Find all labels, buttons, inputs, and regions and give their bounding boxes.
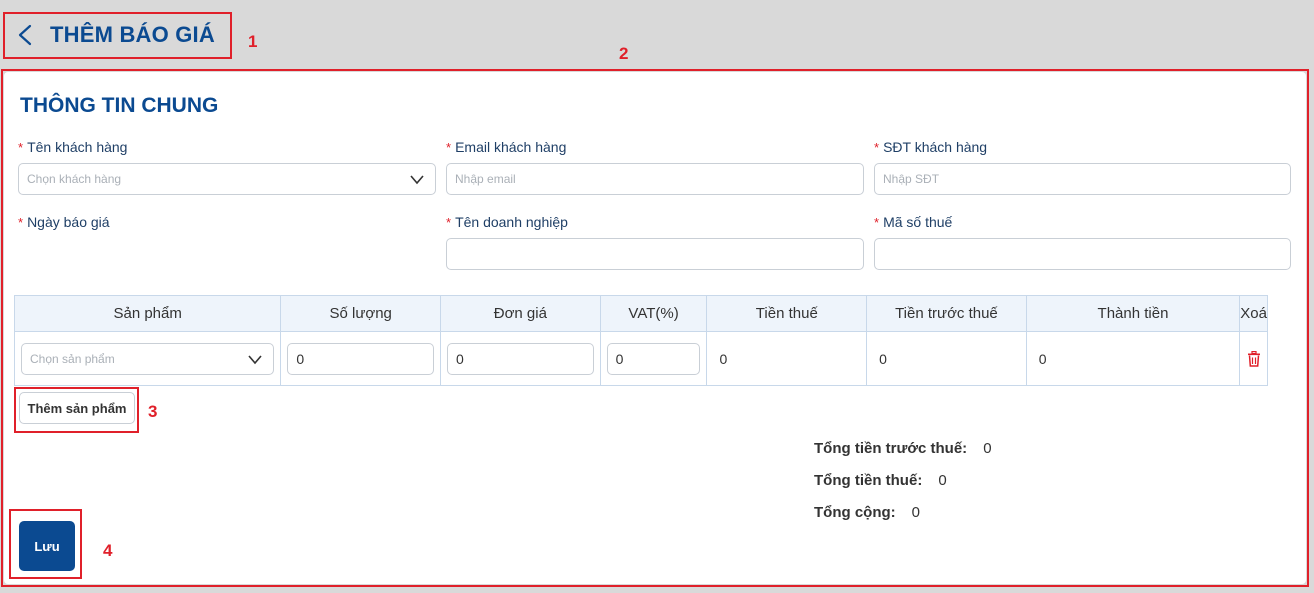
- annotation-box-3: [14, 387, 139, 433]
- annotation-number-2: 2: [619, 44, 629, 63]
- annotation-number-1: 1: [248, 32, 258, 51]
- annotation-box-1: [3, 12, 232, 59]
- annotation-box-2: [1, 69, 1309, 587]
- annotation-box-4: [9, 509, 82, 579]
- annotation-number-3: 3: [148, 402, 158, 421]
- annotation-number-4: 4: [103, 541, 113, 560]
